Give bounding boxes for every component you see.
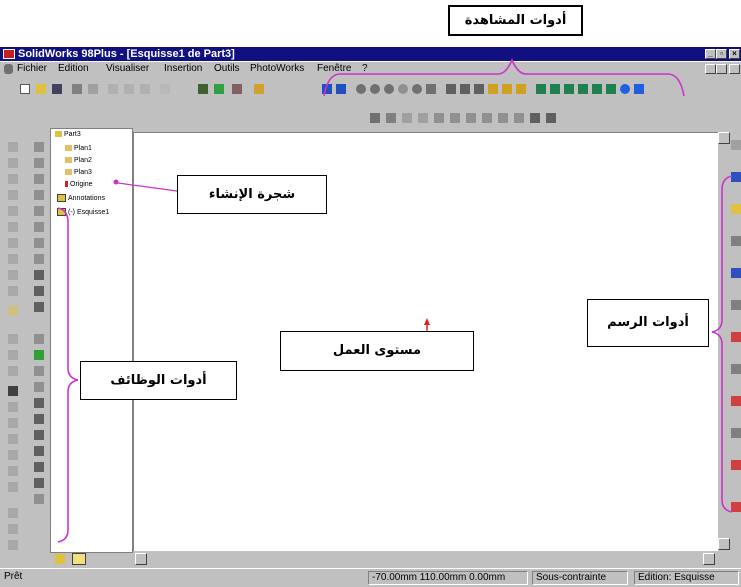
callout-sketch-tools: أدوات الرسم [587,299,709,347]
sketch-tools-brace [711,175,733,513]
callout-work-plane: مستوى العمل [280,331,474,371]
annotation-overlay [57,57,733,543]
callout-view-tools: أدوات المشاهدة [448,5,583,36]
feature-tools-brace [57,207,79,543]
view-tools-brace [323,57,685,97]
callout-feature-tree: شجرة الإنشاء [177,175,327,214]
callout-feature-tools: أدوات الوظائف [80,361,237,400]
tree-pointer-line [117,182,178,192]
tree-pointer-dot [113,179,119,185]
